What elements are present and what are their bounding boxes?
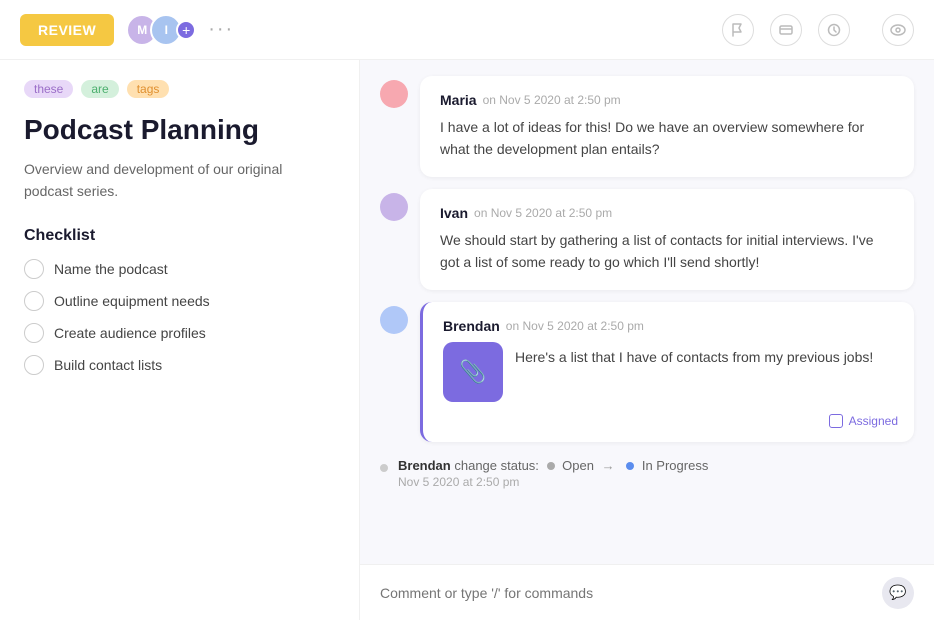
send-button[interactable]: 💬 xyxy=(882,577,914,609)
clock-icon[interactable] xyxy=(818,14,850,46)
tag-tags[interactable]: tags xyxy=(127,80,170,98)
check-circle-2[interactable] xyxy=(24,291,44,311)
message-author: Brendan xyxy=(443,318,500,334)
paperclip-icon: 📎 xyxy=(459,359,486,385)
status-change: Brendan change status: Open → In Progres… xyxy=(380,454,914,493)
status-from-label: Open xyxy=(562,458,594,473)
message-card: Ivan on Nov 5 2020 at 2:50 pm We should … xyxy=(420,189,914,290)
tag-are[interactable]: are xyxy=(81,80,118,98)
check-circle-4[interactable] xyxy=(24,355,44,375)
status-change-content: Brendan change status: Open → In Progres… xyxy=(398,458,708,489)
send-icon: 💬 xyxy=(889,584,906,601)
avatar xyxy=(380,193,408,221)
review-button[interactable]: REVIEW xyxy=(20,14,114,46)
status-to-label: In Progress xyxy=(642,458,708,473)
message-body: We should start by gathering a list of c… xyxy=(440,229,894,274)
checklist-item-label: Name the podcast xyxy=(54,261,168,277)
message-card-highlighted: Brendan on Nov 5 2020 at 2:50 pm 📎 Here'… xyxy=(420,302,914,442)
status-change-author: Brendan xyxy=(398,458,451,473)
top-bar: REVIEW M I + ··· xyxy=(0,0,934,60)
message-header: Maria on Nov 5 2020 at 2:50 pm xyxy=(440,92,894,108)
status-from-dot xyxy=(547,462,555,470)
checklist-item: Name the podcast xyxy=(24,259,335,279)
tags-row: these are tags xyxy=(24,80,335,98)
message-row: Ivan on Nov 5 2020 at 2:50 pm We should … xyxy=(380,189,914,290)
assigned-badge: Assigned xyxy=(829,414,898,428)
status-change-time: Nov 5 2020 at 2:50 pm xyxy=(398,475,708,489)
message-body: I have a lot of ideas for this! Do we ha… xyxy=(440,116,894,161)
message-row: Brendan on Nov 5 2020 at 2:50 pm 📎 Here'… xyxy=(380,302,914,442)
message-author: Ivan xyxy=(440,205,468,221)
more-options-button[interactable]: ··· xyxy=(208,18,234,41)
avatar xyxy=(380,306,408,334)
top-bar-right xyxy=(722,14,914,46)
checklist-item: Create audience profiles xyxy=(24,323,335,343)
checklist-title: Checklist xyxy=(24,227,335,245)
checklist: Name the podcast Outline equipment needs… xyxy=(24,259,335,375)
message-row: Maria on Nov 5 2020 at 2:50 pm I have a … xyxy=(380,76,914,177)
message-time: on Nov 5 2020 at 2:50 pm xyxy=(506,319,644,333)
main-layout: these are tags Podcast Planning Overview… xyxy=(0,60,934,620)
checklist-item: Outline equipment needs xyxy=(24,291,335,311)
assigned-label: Assigned xyxy=(849,414,898,428)
page-title: Podcast Planning xyxy=(24,114,335,146)
page-description: Overview and development of our original… xyxy=(24,158,335,203)
eye-icon[interactable] xyxy=(882,14,914,46)
message-author: Maria xyxy=(440,92,477,108)
flag-icon[interactable] xyxy=(722,14,754,46)
avatar xyxy=(380,80,408,108)
top-bar-left: REVIEW M I + ··· xyxy=(20,14,234,46)
message-header: Brendan on Nov 5 2020 at 2:50 pm xyxy=(443,318,894,334)
checklist-item-label: Build contact lists xyxy=(54,357,162,373)
tag-these[interactable]: these xyxy=(24,80,73,98)
card-icon[interactable] xyxy=(770,14,802,46)
message-card: Maria on Nov 5 2020 at 2:50 pm I have a … xyxy=(420,76,914,177)
right-panel: Maria on Nov 5 2020 at 2:50 pm I have a … xyxy=(360,60,934,620)
message-time: on Nov 5 2020 at 2:50 pm xyxy=(474,206,612,220)
checklist-item: Build contact lists xyxy=(24,355,335,375)
messages-area: Maria on Nov 5 2020 at 2:50 pm I have a … xyxy=(360,60,934,564)
status-dot xyxy=(380,464,388,472)
checklist-item-label: Outline equipment needs xyxy=(54,293,210,309)
attachment-area: 📎 Here's a list that I have of contacts … xyxy=(443,342,894,402)
comment-input[interactable] xyxy=(380,585,882,601)
message-body: Here's a list that I have of contacts fr… xyxy=(515,342,873,368)
checklist-item-label: Create audience profiles xyxy=(54,325,206,341)
assigned-checkbox[interactable] xyxy=(829,414,843,428)
message-header: Ivan on Nov 5 2020 at 2:50 pm xyxy=(440,205,894,221)
status-change-action: change status: xyxy=(454,458,542,473)
left-panel: these are tags Podcast Planning Overview… xyxy=(0,60,360,620)
comment-bar: 💬 xyxy=(360,564,934,620)
status-to-dot xyxy=(626,462,634,470)
arrow-icon: → xyxy=(602,458,619,473)
check-circle-1[interactable] xyxy=(24,259,44,279)
attachment-thumbnail[interactable]: 📎 xyxy=(443,342,503,402)
avatar-group: M I + xyxy=(126,14,196,46)
check-circle-3[interactable] xyxy=(24,323,44,343)
add-avatar-button[interactable]: + xyxy=(176,20,196,40)
message-time: on Nov 5 2020 at 2:50 pm xyxy=(483,93,621,107)
